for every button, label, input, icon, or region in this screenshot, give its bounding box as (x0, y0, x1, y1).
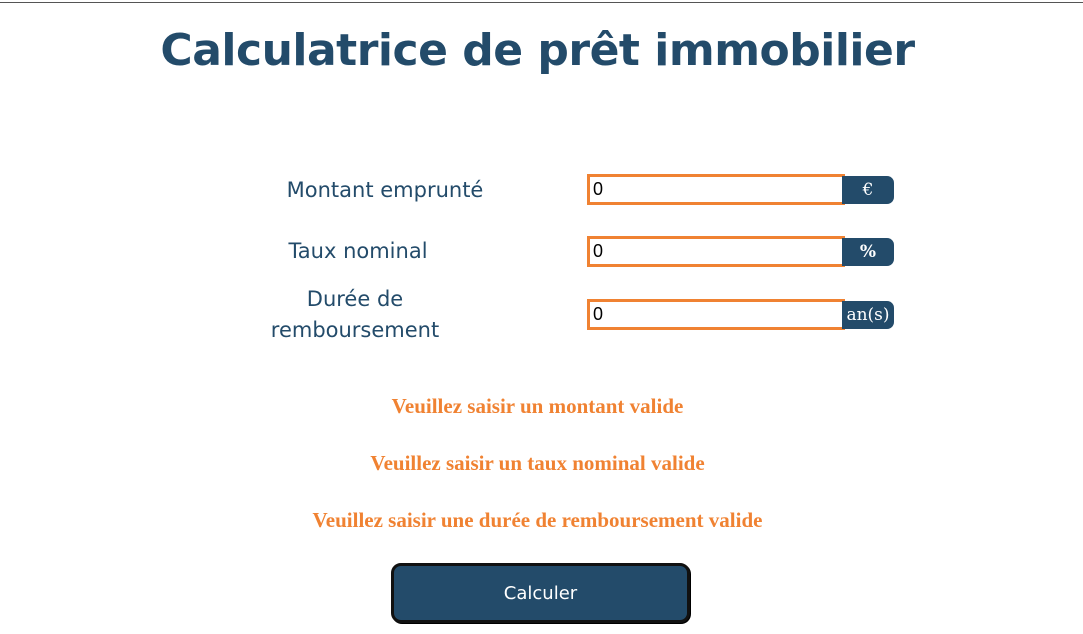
percent-unit-badge: % (842, 238, 894, 266)
calculate-button[interactable]: Calculer (391, 563, 690, 623)
amount-input[interactable] (587, 174, 845, 205)
duration-label-line2: remboursement (270, 318, 440, 342)
duration-label-line1: Durée de (306, 287, 404, 311)
euro-unit-badge: € (842, 176, 894, 204)
amount-label: Montant emprunté (286, 178, 484, 202)
duration-label: Durée de remboursement (255, 284, 455, 346)
years-unit-badge: an(s) (842, 301, 894, 329)
rate-error-message: Veuillez saisir un taux nominal valide (370, 451, 705, 475)
top-divider (0, 2, 1083, 3)
duration-error-message: Veuillez saisir une durée de rembourseme… (312, 508, 763, 532)
rate-input[interactable] (587, 236, 845, 267)
page-title: Calculatrice de prêt immobilier (160, 25, 915, 76)
amount-error-message: Veuillez saisir un montant valide (391, 394, 684, 418)
duration-input[interactable] (587, 299, 845, 330)
rate-label: Taux nominal (288, 239, 428, 263)
